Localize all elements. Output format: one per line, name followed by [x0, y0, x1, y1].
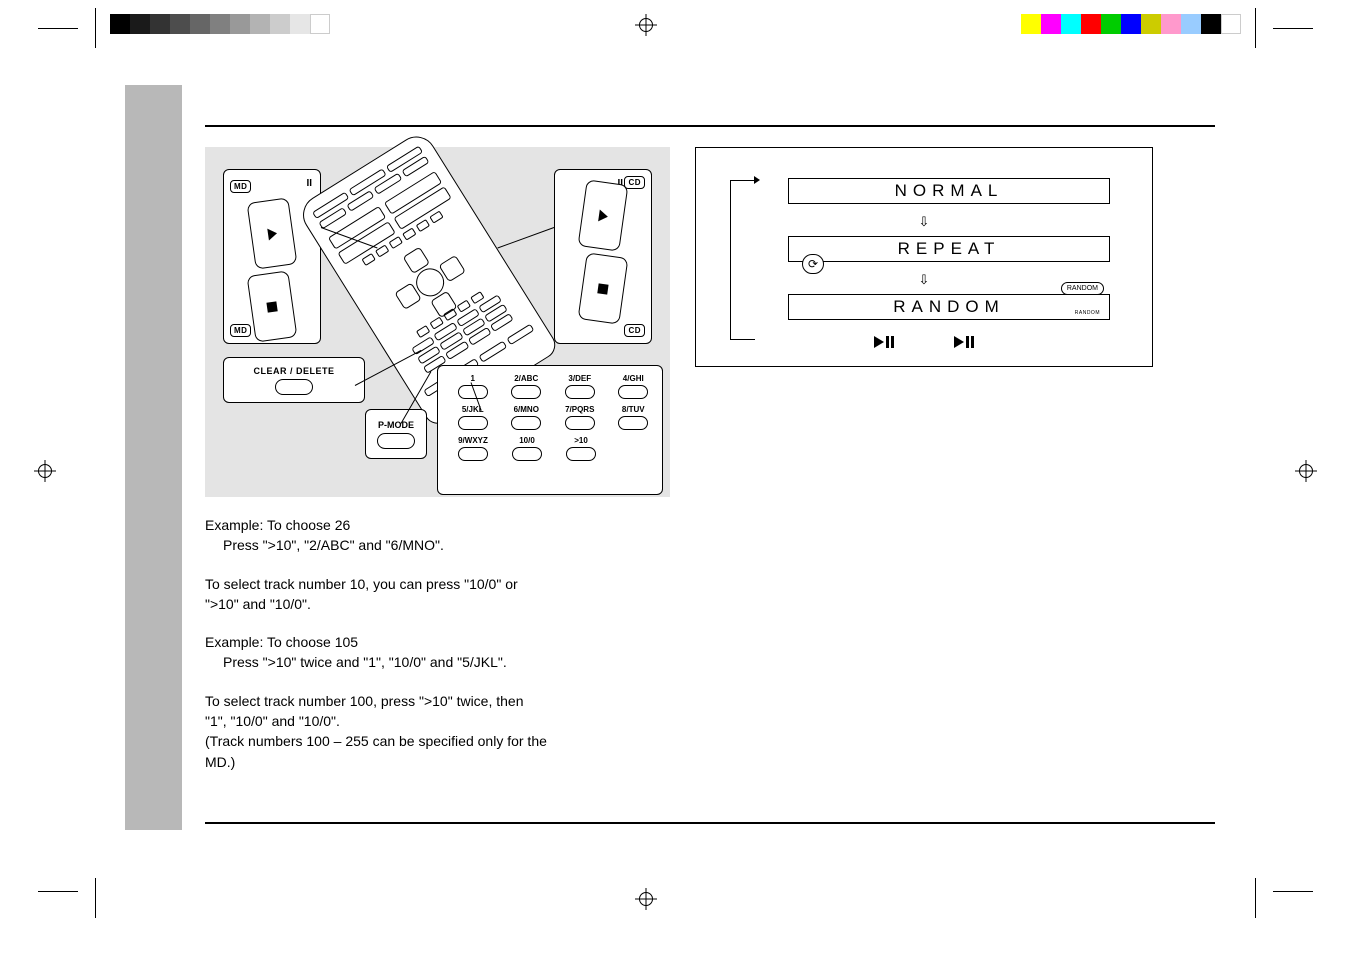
- crop-mark: [38, 891, 78, 892]
- mode-repeat: REPEAT: [788, 236, 1110, 262]
- md-chip: MD: [230, 180, 251, 193]
- page-content: MD II MD CD II CD: [205, 125, 1215, 824]
- key-8: 8/TUV: [622, 405, 645, 414]
- crop-mark: [1255, 8, 1256, 48]
- key-6: 6/MNO: [514, 405, 539, 414]
- cmyk-colorbar: [1021, 14, 1241, 34]
- clear-delete-button-icon: [275, 379, 313, 395]
- key-3: 3/DEF: [568, 374, 591, 383]
- registration-mark: [635, 14, 657, 36]
- mode-random: RANDOM: [788, 294, 1110, 320]
- crop-mark: [1273, 891, 1313, 892]
- cd-chip: CD: [624, 324, 645, 337]
- crop-mark: [95, 878, 96, 918]
- registration-mark: [1295, 460, 1317, 482]
- key-9: 9/WXYZ: [458, 436, 488, 445]
- cd-chip: CD: [624, 176, 645, 189]
- key-7: 7/PQRS: [565, 405, 594, 414]
- registration-mark: [34, 460, 56, 482]
- pmode-callout: P-MODE: [365, 409, 427, 459]
- cd-buttons-callout: CD II CD: [554, 169, 652, 344]
- md-stop-button: [247, 270, 298, 342]
- remote-diagram: MD II MD CD II CD: [205, 147, 670, 497]
- mode-normal: NORMAL: [788, 178, 1110, 204]
- cd-play-pause-button: [578, 179, 629, 251]
- note-track10: To select track number 10, you can press…: [205, 574, 670, 615]
- key-2: 2/ABC: [514, 374, 538, 383]
- registration-mark: [635, 888, 657, 910]
- arrow-down-icon: [730, 272, 1118, 288]
- example-26: Example: To choose 26 Press ">10", "2/AB…: [205, 515, 670, 556]
- crop-mark: [1255, 878, 1256, 918]
- random-annotation: RANDOM: [1075, 310, 1100, 316]
- key-10: 10/0: [519, 436, 535, 445]
- crop-mark: [38, 28, 78, 29]
- clear-delete-callout: CLEAR / DELETE: [223, 357, 365, 403]
- crop-mark: [1273, 28, 1313, 29]
- arrow-down-icon: [730, 214, 1118, 230]
- crop-mark: [95, 8, 96, 48]
- md-chip: MD: [230, 324, 251, 337]
- key-over10: >10: [574, 436, 588, 445]
- repeat-bubble-icon: ⟳: [802, 254, 824, 274]
- pause-icon: II: [306, 178, 312, 189]
- play-mode-diagram: NORMAL REPEAT ⟳ RANDOM RANDOM RANDOM: [695, 147, 1153, 367]
- play-pause-icon: [874, 336, 894, 348]
- clear-delete-label: CLEAR / DELETE: [253, 366, 334, 376]
- pmode-button-icon: [377, 433, 415, 449]
- cd-stop-button: [578, 252, 629, 324]
- play-pause-icon: [954, 336, 974, 348]
- md-play-pause-button: [247, 197, 298, 269]
- grayscale-colorbar: [110, 14, 330, 34]
- random-bubble: RANDOM: [1061, 282, 1104, 295]
- md-buttons-callout: MD II MD: [223, 169, 321, 344]
- key-4: 4/GHI: [623, 374, 644, 383]
- example-105: Example: To choose 105 Press ">10" twice…: [205, 632, 670, 673]
- note-track100: To select track number 100, press ">10" …: [205, 691, 670, 772]
- page-sidebar: [125, 85, 182, 830]
- pmode-label: P-MODE: [378, 420, 414, 430]
